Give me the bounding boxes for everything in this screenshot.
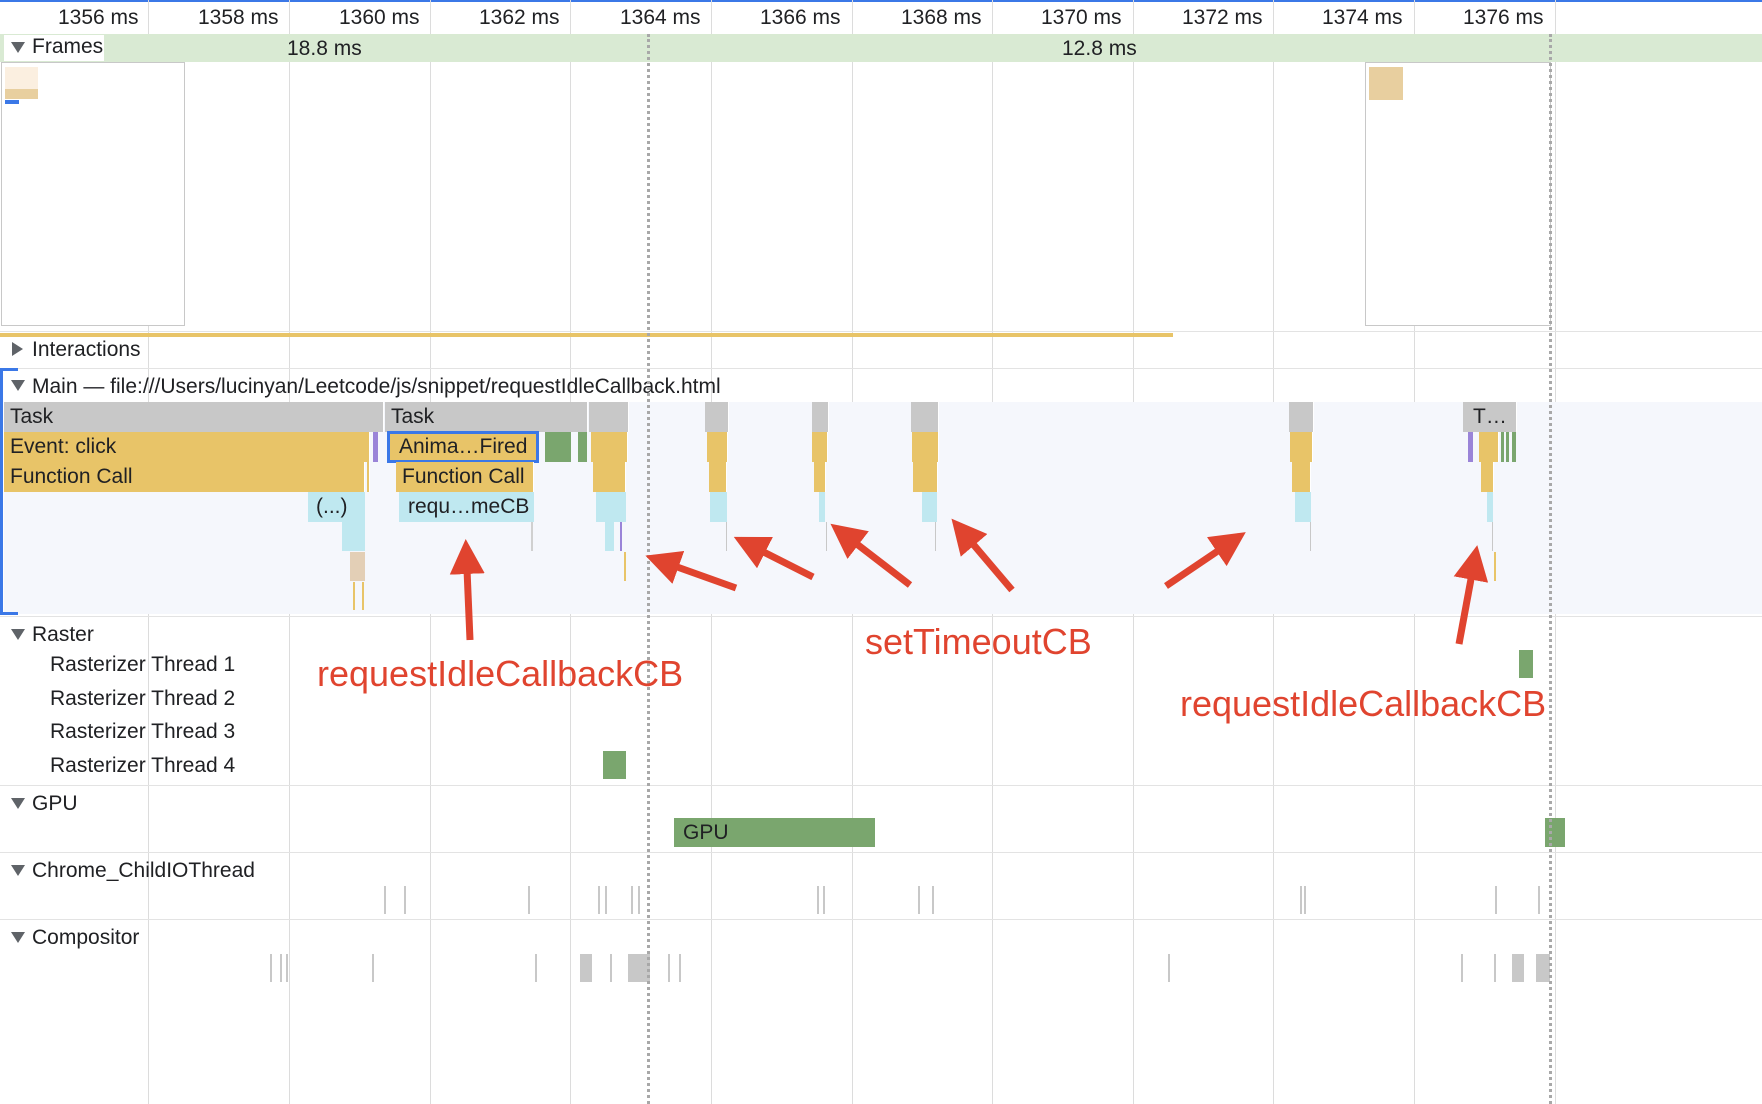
annotation-arrow — [733, 536, 815, 581]
annotation-arrows — [449, 518, 1489, 645]
annotation-request-idle-callback: requestIdleCallbackCB — [1180, 683, 1547, 724]
annotation-arrow — [645, 550, 738, 592]
annotation-request-idle-callback: requestIdleCallbackCB — [317, 653, 684, 694]
annotation-set-timeout: setTimeoutCB — [865, 621, 1092, 662]
annotation-arrow — [1164, 532, 1246, 589]
annotation-arrow — [1453, 545, 1489, 645]
annotation-arrow — [830, 523, 913, 588]
annotation-arrow — [951, 518, 1015, 593]
annotation-arrow — [449, 539, 485, 641]
